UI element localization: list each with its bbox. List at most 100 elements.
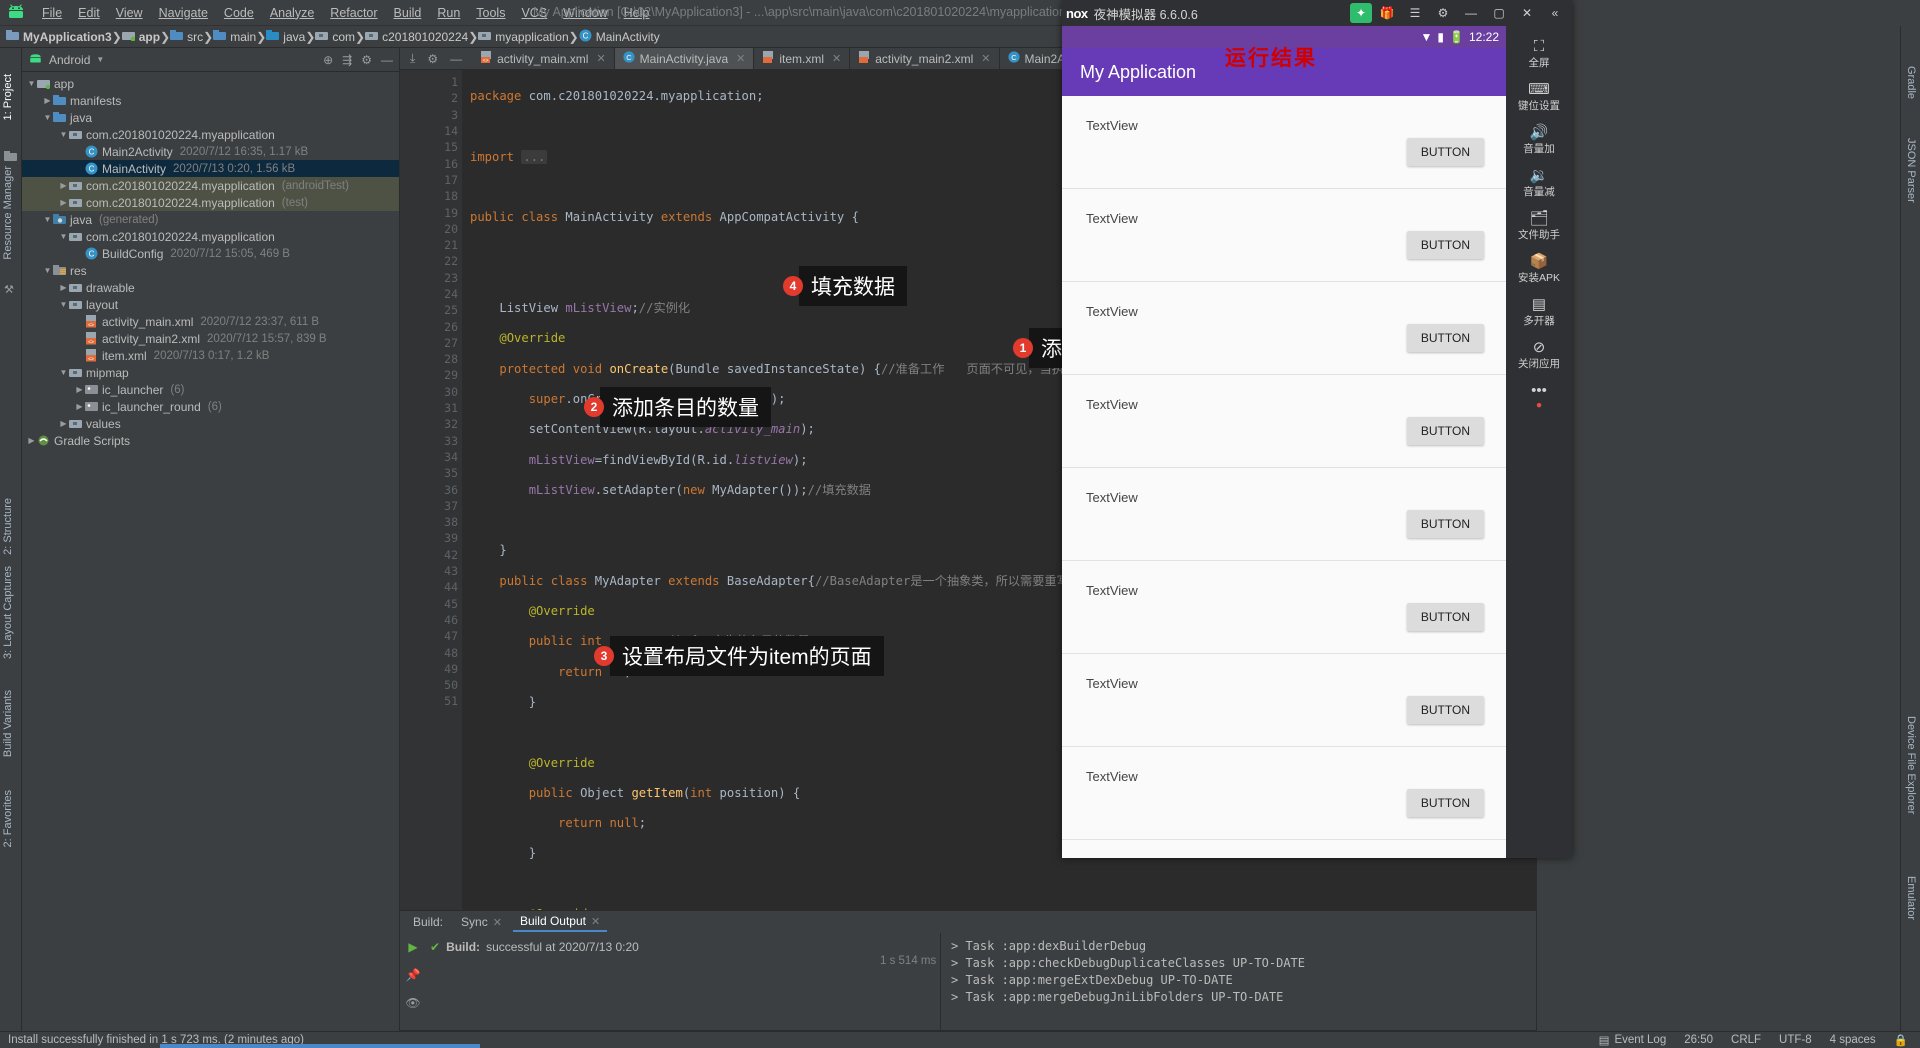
tree-toggle-arrow[interactable]: ▶ <box>26 436 37 445</box>
breadcrumb-item-project[interactable]: MyApplication3 <box>6 29 112 44</box>
tree-toggle-arrow[interactable]: ▶ <box>58 283 69 292</box>
tree-row[interactable]: <> activity_main.xml 2020/7/12 23:37, 611 … <box>22 313 399 330</box>
list-item[interactable]: TextViewBUTTON <box>1062 282 1506 375</box>
menu-code[interactable]: Code <box>216 4 262 22</box>
project-tree[interactable]: ▼ app ▶ manifests ▼ java ▼ com.c201801020224.my… <box>22 72 399 1048</box>
tree-row[interactable]: ▼ com.c201801020224.myapplication <box>22 228 399 245</box>
hide-icon[interactable]: — <box>381 53 393 67</box>
rail-tab-favorites[interactable]: 2: Favorites <box>2 790 14 847</box>
breadcrumb-item-package[interactable]: c201801020224 <box>365 30 468 44</box>
tree-toggle-arrow[interactable]: ▼ <box>42 113 53 122</box>
build-tab-build-output[interactable]: Build Output ✕ <box>512 912 608 932</box>
nox-minimize-icon[interactable]: — <box>1458 1 1484 25</box>
breadcrumb-item-com[interactable]: com <box>315 30 355 44</box>
build-tab-sync[interactable]: Sync ✕ <box>454 913 509 931</box>
tree-row[interactable]: ▼ app <box>22 75 399 92</box>
close-icon[interactable]: ✕ <box>736 52 745 65</box>
tree-toggle-arrow[interactable]: ▶ <box>42 96 53 105</box>
list-item[interactable]: TextViewBUTTON <box>1062 747 1506 840</box>
tree-row[interactable]: <> item.xml 2020/7/13 0:17, 1.2 kB <box>22 347 399 364</box>
pin-icon[interactable]: 📌 <box>406 968 421 982</box>
eye-icon[interactable]: 👁 <box>405 996 420 1010</box>
tree-row[interactable]: ▶ ic_launcher_round (6) <box>22 398 399 415</box>
file-encoding[interactable]: UTF-8 <box>1779 1034 1812 1046</box>
line-separator[interactable]: CRLF <box>1731 1034 1761 1046</box>
tree-toggle-arrow[interactable]: ▼ <box>42 266 53 275</box>
rail-tab-json-parser[interactable]: JSON Parser <box>1905 138 1917 203</box>
chevron-down-icon[interactable]: ▼ <box>96 55 104 64</box>
list-item-button[interactable]: BUTTON <box>1406 417 1484 445</box>
tree-row[interactable]: ▶ values <box>22 415 399 432</box>
rail-tab-resource-manager[interactable]: Resource Manager <box>2 166 14 260</box>
tree-toggle-arrow[interactable]: ▶ <box>58 181 69 190</box>
rerun-icon[interactable]: ▶ <box>408 940 417 954</box>
editor-tab-item-xml[interactable]: item.xml ✕ <box>754 48 851 69</box>
tree-row[interactable]: ▶ com.c201801020224.myapplication (test) <box>22 194 399 211</box>
breadcrumb-item-main[interactable]: main <box>213 29 256 44</box>
nox-settings-icon[interactable]: ⚙ <box>1430 1 1456 25</box>
list-item-button[interactable]: BUTTON <box>1406 603 1484 631</box>
close-icon[interactable]: ✕ <box>591 915 600 928</box>
list-item-button[interactable]: BUTTON <box>1406 231 1484 259</box>
editor-tab-activity-main2-xml[interactable]: activity_main2.xml ✕ <box>850 48 1000 69</box>
menu-view[interactable]: View <box>108 4 151 22</box>
breadcrumb-item-java[interactable]: java <box>266 29 305 44</box>
nox-tool-file-helper[interactable]: 🗂 文件助手 <box>1508 206 1570 247</box>
tree-row[interactable]: <> activity_main2.xml 2020/7/12 15:57, 839… <box>22 330 399 347</box>
tree-row[interactable]: ▼ com.c201801020224.myapplication <box>22 126 399 143</box>
editor-tab-activity-main-xml[interactable]: <> activity_main.xml ✕ <box>472 48 615 69</box>
tree-row[interactable]: ▼ layout <box>22 296 399 313</box>
tree-row[interactable]: ▼ res <box>22 262 399 279</box>
nox-tool-more[interactable]: ••• ● <box>1508 378 1570 416</box>
breadcrumb-item-myapplication[interactable]: myapplication <box>478 30 569 44</box>
list-item-button[interactable]: BUTTON <box>1406 696 1484 724</box>
list-item-button[interactable]: BUTTON <box>1406 510 1484 538</box>
list-item[interactable]: TextViewBUTTON <box>1062 840 1506 858</box>
menu-refactor[interactable]: Refactor <box>322 4 385 22</box>
tree-row[interactable]: ▼ mipmap <box>22 364 399 381</box>
tree-row[interactable]: ▶ manifests <box>22 92 399 109</box>
collapse-all-icon[interactable]: ⇶ <box>342 53 352 67</box>
rail-tab-project[interactable]: 1: Project <box>2 74 14 120</box>
list-item-button[interactable]: BUTTON <box>1406 789 1484 817</box>
list-item[interactable]: TextViewBUTTON <box>1062 189 1506 282</box>
gear-icon[interactable]: ⚙ <box>361 53 372 67</box>
list-item[interactable]: TextViewBUTTON <box>1062 468 1506 561</box>
tree-toggle-arrow[interactable]: ▼ <box>58 368 69 377</box>
tree-toggle-arrow[interactable]: ▼ <box>58 232 69 241</box>
tree-toggle-arrow[interactable]: ▼ <box>26 79 37 88</box>
close-icon[interactable]: ✕ <box>832 52 841 65</box>
menu-tools[interactable]: Tools <box>468 4 513 22</box>
caret-position[interactable]: 26:50 <box>1684 1034 1713 1046</box>
rail-tab-structure[interactable]: 2: Structure <box>2 498 14 555</box>
menu-build[interactable]: Build <box>386 4 430 22</box>
emulator-screen[interactable]: ▼ ▮ 🔋 12:22 My Application 运行结果 TextView… <box>1062 26 1506 858</box>
rail-tab-device-file-explorer[interactable]: Device File Explorer <box>1905 716 1917 814</box>
nox-menu-icon[interactable]: ☰ <box>1402 1 1428 25</box>
tree-row[interactable]: ▶ ic_launcher (6) <box>22 381 399 398</box>
tree-toggle-arrow[interactable]: ▼ <box>42 215 53 224</box>
close-icon[interactable]: ✕ <box>981 52 990 65</box>
build-output-log[interactable]: > Task :app:dexBuilderDebug > Task :app:… <box>940 933 1536 1030</box>
menu-file[interactable]: File <box>34 4 70 22</box>
nox-tool-install-apk[interactable]: 📦 安装APK <box>1508 249 1570 290</box>
tree-row[interactable]: C MainActivity 2020/7/13 0:20, 1.56 kB <box>22 160 399 177</box>
tree-row[interactable]: ▶ Gradle Scripts <box>22 432 399 449</box>
locate-icon[interactable]: ⊕ <box>323 53 333 67</box>
nox-title-bar[interactable]: nox 夜神模拟器 6.6.0.6 ✦ 🎁 ☰ ⚙ — ▢ ✕ « <box>1062 0 1572 26</box>
close-icon[interactable]: ✕ <box>596 52 605 65</box>
tree-row[interactable]: ▼ java (generated) <box>22 211 399 228</box>
nox-tool-volume-down[interactable]: 🔉 音量减 <box>1508 163 1570 204</box>
list-item[interactable]: TextViewBUTTON <box>1062 375 1506 468</box>
list-item[interactable]: TextViewBUTTON <box>1062 654 1506 747</box>
editor-tab-mainactivity-java[interactable]: C MainActivity.java ✕ <box>614 48 755 69</box>
rail-tab-layout-captures[interactable]: 3: Layout Captures <box>2 566 14 659</box>
rail-tab-emulator[interactable]: Emulator <box>1905 876 1917 920</box>
menu-edit[interactable]: Edit <box>70 4 108 22</box>
close-icon[interactable]: ✕ <box>493 916 502 929</box>
tree-row[interactable]: ▶ drawable <box>22 279 399 296</box>
menu-navigate[interactable]: Navigate <box>151 4 216 22</box>
menu-run[interactable]: Run <box>429 4 468 22</box>
tree-row[interactable]: ▶ com.c201801020224.myapplication (android… <box>22 177 399 194</box>
tree-toggle-arrow[interactable]: ▶ <box>58 419 69 428</box>
